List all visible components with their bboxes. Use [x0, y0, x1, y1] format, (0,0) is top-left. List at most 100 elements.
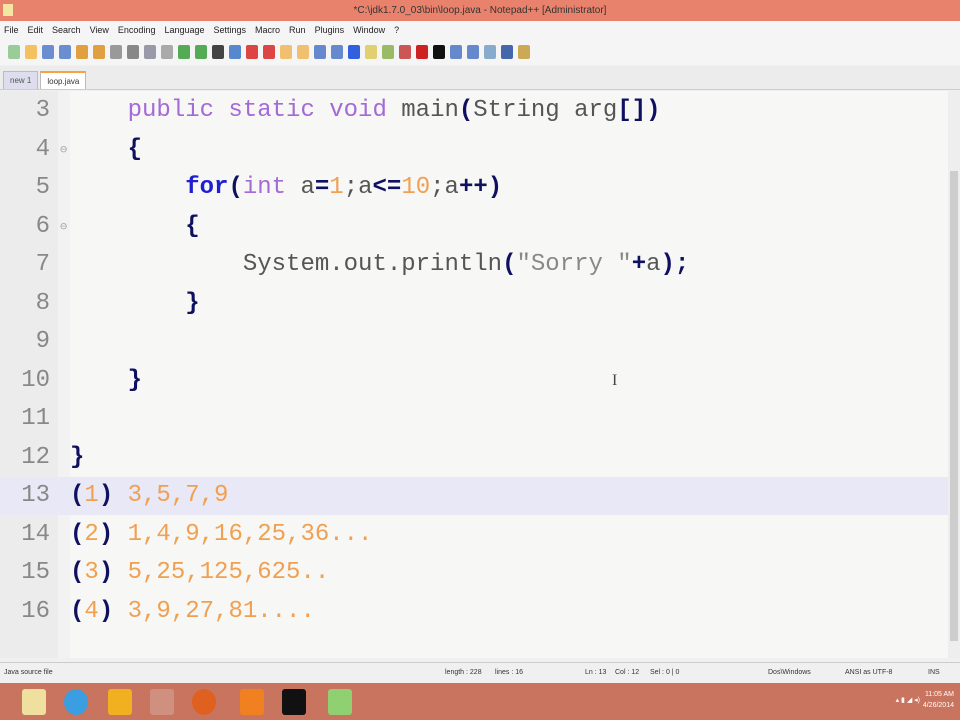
toolbar-button-icon[interactable] [263, 45, 275, 59]
toolbar-button-icon[interactable] [25, 45, 37, 59]
toolbar-button-icon[interactable] [297, 45, 309, 59]
code-token: = [314, 174, 330, 201]
toolbar-button-icon[interactable] [195, 45, 207, 59]
menu-item-[interactable]: ? [394, 21, 399, 39]
code-text: } [70, 362, 142, 400]
toolbar-button-icon[interactable] [42, 45, 54, 59]
fold-marker-icon[interactable]: ⊖ [60, 208, 67, 246]
toolbar-button-icon[interactable] [229, 45, 241, 59]
code-line[interactable]: 15 (3) 5,25,125,625.. [0, 554, 948, 592]
toolbar-button-icon[interactable] [76, 45, 88, 59]
menu-item-search[interactable]: Search [52, 21, 81, 39]
code-line[interactable]: 4 ⊖ { [0, 131, 948, 169]
line-number: 12 [21, 443, 50, 471]
menu-item-run[interactable]: Run [289, 21, 306, 39]
menu-item-encoding[interactable]: Encoding [118, 21, 156, 39]
toolbar-button-icon[interactable] [59, 45, 71, 59]
code-text: } [70, 439, 84, 477]
code-line[interactable]: 13 (1) 3,5,7,9 [0, 477, 948, 515]
toolbar-button-icon[interactable] [144, 45, 156, 59]
toolbar-button-icon[interactable] [212, 45, 224, 59]
toolbar-button-icon[interactable] [399, 45, 411, 59]
line-number: 6 [35, 212, 50, 240]
toolbar [0, 39, 960, 65]
code-token: ( [228, 174, 243, 201]
menu-item-macro[interactable]: Macro [255, 21, 280, 39]
vlc-icon[interactable] [240, 689, 264, 715]
code-line[interactable]: 9 [0, 323, 948, 361]
code-token: a [646, 251, 661, 278]
toolbar-button-icon[interactable] [93, 45, 105, 59]
code-line[interactable]: 14 (2) 1,4,9,16,25,36... [0, 516, 948, 554]
toolbar-button-icon[interactable] [416, 45, 428, 59]
toolbar-button-icon[interactable] [110, 45, 122, 59]
toolbar-button-icon[interactable] [467, 45, 479, 59]
code-line[interactable]: 6 ⊖ { [0, 208, 948, 246]
file-explorer-icon[interactable] [22, 689, 46, 715]
toolbar-button-icon[interactable] [178, 45, 190, 59]
code-line[interactable]: 3 public static void main(String arg[]) [0, 92, 948, 130]
tab-new-1[interactable]: new 1 [3, 71, 39, 89]
code-line[interactable]: 8 } [0, 285, 948, 323]
vertical-scrollbar[interactable] [948, 91, 960, 658]
line-number: 3 [35, 97, 50, 124]
toolbar-button-icon[interactable] [365, 45, 377, 59]
firefox-icon[interactable] [192, 689, 216, 715]
command-prompt-icon[interactable] [282, 689, 306, 715]
status-col: Col : 12 [615, 669, 640, 676]
toolbar-button-icon[interactable] [484, 45, 496, 59]
toolbar-button-icon[interactable] [314, 45, 326, 59]
internet-explorer-icon[interactable] [64, 689, 88, 715]
toolbar-button-icon[interactable] [8, 45, 20, 59]
code-token: 1,4,9,16,25,36... [113, 520, 373, 548]
code-line[interactable]: 16 (4) 3,9,27,81.... [0, 593, 948, 631]
mcdonalds-icon[interactable] [108, 689, 132, 715]
toolbar-button-icon[interactable] [246, 45, 258, 59]
toolbar-button-icon[interactable] [382, 45, 394, 59]
code-token: public static void [127, 97, 387, 124]
system-tray[interactable]: ▴ ▮ ◢ ◂) [896, 696, 920, 704]
app-icon[interactable] [150, 689, 174, 715]
clock[interactable]: 11:05 AM 4/26/2014 [923, 689, 954, 711]
tab-loop-java[interactable]: loop.java [40, 71, 87, 89]
menu-item-view[interactable]: View [90, 21, 109, 39]
toolbar-button-icon[interactable] [433, 45, 445, 59]
status-length: length : 228 [445, 669, 482, 676]
menu-item-plugins[interactable]: Plugins [315, 21, 345, 39]
code-token: "Sorry " [516, 251, 632, 278]
toolbar-button-icon[interactable] [501, 45, 513, 59]
code-token: a [286, 174, 315, 201]
toolbar-button-icon[interactable] [450, 45, 462, 59]
fold-marker-icon[interactable]: ⊖ [60, 131, 67, 169]
menu-item-window[interactable]: Window [353, 21, 385, 39]
code-line[interactable]: 5 for(int a=1;a<=10;a++) [0, 169, 948, 207]
code-token: ) [98, 559, 114, 586]
code-line[interactable]: 12} [0, 439, 948, 477]
line-number: 9 [35, 328, 50, 355]
code-token: ) [98, 482, 114, 509]
notepad-icon [3, 4, 13, 16]
toolbar-button-icon[interactable] [348, 45, 360, 59]
scrollbar-thumb[interactable] [950, 171, 958, 641]
code-editor[interactable]: 3 public static void main(String arg[]) 4… [0, 91, 948, 658]
toolbar-button-icon[interactable] [161, 45, 173, 59]
code-token: ( [70, 520, 85, 548]
menu-bar: File Edit Search View Encoding Language Settin… [0, 21, 960, 39]
code-line[interactable]: 10 } [0, 362, 948, 400]
notepad-plus-plus-icon[interactable] [328, 689, 352, 715]
clock-time: 11:05 AM [924, 691, 954, 698]
toolbar-button-icon[interactable] [518, 45, 530, 59]
code-token: ( [70, 559, 85, 586]
toolbar-button-icon[interactable] [331, 45, 343, 59]
menu-item-language[interactable]: Language [164, 21, 204, 39]
menu-item-file[interactable]: File [4, 21, 19, 39]
menu-item-edit[interactable]: Edit [28, 21, 44, 39]
menu-item-settings[interactable]: Settings [214, 21, 247, 39]
code-token: { [185, 212, 200, 240]
toolbar-button-icon[interactable] [280, 45, 292, 59]
code-text: (1) 3,5,7,9 [70, 477, 228, 515]
code-line[interactable]: 11 [0, 400, 948, 438]
code-line[interactable]: 7 System.out.println("Sorry "+a); [0, 246, 948, 284]
toolbar-button-icon[interactable] [127, 45, 139, 59]
